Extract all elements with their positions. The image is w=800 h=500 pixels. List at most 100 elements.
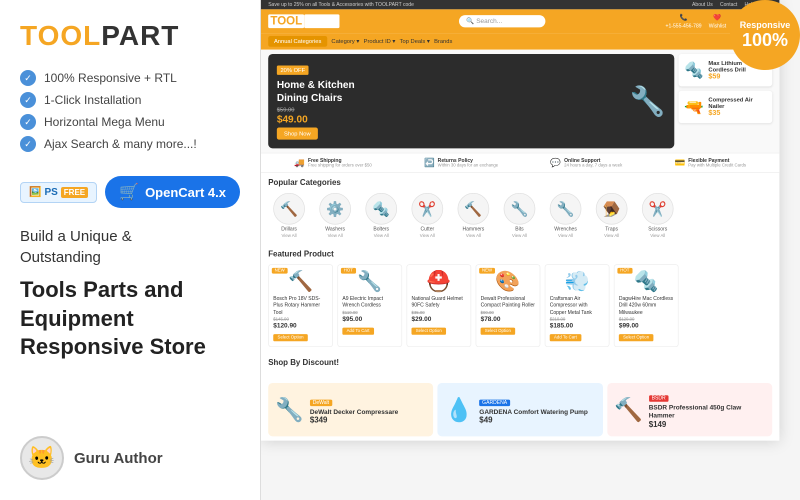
category-icon-traps: 🪤 bbox=[596, 193, 628, 225]
topbar-contact[interactable]: Contact bbox=[720, 2, 737, 7]
category-name-bolters: Bolters bbox=[373, 227, 389, 232]
discount-section: 🔧 DeWalt DeWalt Decker Compressare $349 … bbox=[261, 378, 779, 440]
hero-section: 20% OFF Home & KitchenDining Chairs $59.… bbox=[261, 50, 779, 153]
discount-section-title-area: Shop By Discount! bbox=[261, 353, 779, 379]
product-card-5[interactable]: 💨 Craftsman Air Compressor with Copper M… bbox=[545, 265, 610, 347]
nav-category[interactable]: Category ▾ bbox=[331, 38, 359, 44]
author-name: Guru Author bbox=[74, 450, 163, 467]
category-name-bits: Bits bbox=[515, 227, 523, 232]
feature-payment-info: Flexible Payment Pay with Multiple Credi… bbox=[688, 158, 746, 167]
hero-main: 20% OFF Home & KitchenDining Chairs $59.… bbox=[268, 54, 674, 149]
category-traps[interactable]: 🪤 Traps View All bbox=[591, 193, 633, 238]
categories-title: Popular Categories bbox=[268, 179, 772, 188]
product-card-1[interactable]: NEW 🔨 Bosch Pro 18V SDS-Plus Rotary Hamm… bbox=[268, 265, 333, 347]
side-product-info-2: Compressed Air Nailer $35 bbox=[708, 96, 766, 117]
free-tag: FREE bbox=[61, 187, 88, 198]
category-washers[interactable]: ⚙️ Washers View All bbox=[314, 193, 356, 238]
opencart-badge: 🛒 OpenCart 4.x bbox=[105, 176, 240, 208]
side-product-name-2: Compressed Air Nailer bbox=[708, 96, 766, 109]
product-option-btn-5[interactable]: Add To Cart bbox=[550, 334, 581, 341]
category-icon-drillars: 🔨 bbox=[273, 193, 305, 225]
discount-price-2: $49 bbox=[479, 416, 588, 425]
discount-name-3: BSDR Professional 450g Claw Hammer bbox=[649, 404, 765, 421]
cart-icon: 🛒 bbox=[119, 182, 139, 202]
nav-product-id[interactable]: Product ID ▾ bbox=[364, 38, 396, 44]
store-nav-bar: Annual Categories Category ▾ Product ID … bbox=[261, 33, 779, 50]
product-img-5: 💨 bbox=[550, 270, 605, 294]
discount-card-2[interactable]: 💧 GARDENA GARDENA Comfort Watering Pump … bbox=[438, 383, 603, 437]
product-card-2[interactable]: HOT 🔧 A9 Electric Impact Wrench Cordless… bbox=[337, 265, 402, 347]
nav-brands[interactable]: Brands bbox=[434, 38, 452, 44]
category-icon-wrenches: 🔧 bbox=[550, 193, 582, 225]
product-badge-2: HOT bbox=[341, 268, 356, 274]
main-container: TOOLPART ✓ 100% Responsive + RTL ✓ 1-Cli… bbox=[0, 0, 800, 500]
category-name-wrenches: Wrenches bbox=[554, 227, 577, 232]
category-name-washers: Washers bbox=[325, 227, 345, 232]
category-bits[interactable]: 🔧 Bits View All bbox=[499, 193, 541, 238]
category-count-cutter: View All bbox=[420, 234, 435, 238]
discount-img-3: 🔨 bbox=[614, 396, 643, 423]
feature-item-2: ✓ 1-Click Installation bbox=[20, 92, 240, 108]
category-count-wrenches: View All bbox=[558, 234, 573, 238]
category-name-hammers: Hammers bbox=[462, 227, 484, 232]
product-name-6: DagwHire Mac Cordless Drill 420w 60mm Mi… bbox=[619, 296, 674, 316]
store-topbar: Save up to 25% on all Tools & Accessorie… bbox=[261, 0, 779, 9]
author-row: 🐱 Guru Author bbox=[20, 436, 240, 480]
payment-icon: 💳 bbox=[675, 158, 686, 168]
product-badge-1: NEW bbox=[272, 268, 288, 274]
category-name-scissors: Scissors bbox=[648, 227, 667, 232]
discount-card-3[interactable]: 🔨 BSDR BSDR Professional 450g Claw Hamme… bbox=[607, 383, 772, 437]
left-panel: TOOLPART ✓ 100% Responsive + RTL ✓ 1-Cli… bbox=[0, 0, 260, 500]
product-card-6[interactable]: HOT 🔩 DagwHire Mac Cordless Drill 420w 6… bbox=[614, 265, 679, 347]
hero-product-image: 🔧 bbox=[630, 84, 666, 118]
featured-title: Featured Product bbox=[268, 250, 772, 259]
product-option-btn-1[interactable]: Select Option bbox=[273, 334, 308, 341]
discount-card-1[interactable]: 🔧 DeWalt DeWalt Decker Compressare $349 bbox=[268, 383, 433, 437]
category-icon-bolters: 🔩 bbox=[365, 193, 397, 225]
discount-price-3: $149 bbox=[649, 421, 765, 430]
store-header: TOOLPART 🔍 Search... 📞+1-555-456-789 ❤️W… bbox=[261, 9, 779, 33]
hero-shop-btn[interactable]: Shop Now bbox=[277, 128, 318, 140]
category-name-drillars: Drillars bbox=[281, 227, 297, 232]
category-hammers[interactable]: 🔨 Hammers View All bbox=[453, 193, 495, 238]
discount-info-2: GARDENA GARDENA Comfort Watering Pump $4… bbox=[479, 394, 588, 425]
category-drillars[interactable]: 🔨 Drillars View All bbox=[268, 193, 310, 238]
categories-btn[interactable]: Annual Categories bbox=[268, 36, 327, 47]
product-price-new-3: $29.00 bbox=[411, 315, 466, 322]
category-wrenches[interactable]: 🔧 Wrenches View All bbox=[545, 193, 587, 238]
product-name-5: Craftsman Air Compressor with Copper Met… bbox=[550, 296, 605, 316]
topbar-about[interactable]: About Us bbox=[692, 2, 713, 7]
logo-tool: TOOL bbox=[20, 20, 101, 51]
ps-badge: 🖼️ PS FREE bbox=[20, 182, 97, 203]
side-product-2[interactable]: 🔫 Compressed Air Nailer $35 bbox=[679, 91, 773, 123]
category-bolters[interactable]: 🔩 Bolters View All bbox=[360, 193, 402, 238]
category-count-scissors: View All bbox=[650, 234, 665, 238]
discount-info-3: BSDR BSDR Professional 450g Claw Hammer … bbox=[649, 390, 765, 429]
check-icon-1: ✓ bbox=[20, 70, 36, 86]
category-count-drillars: View All bbox=[282, 234, 297, 238]
nav-top-deals[interactable]: Top Deals ▾ bbox=[400, 38, 430, 44]
category-cutter[interactable]: ✂️ Cutter View All bbox=[406, 193, 448, 238]
category-scissors[interactable]: ✂️ Scissors View All bbox=[637, 193, 679, 238]
product-card-4[interactable]: NEW 🎨 Dewalt Professional Compact Painti… bbox=[476, 265, 541, 347]
feature-returns-desc: Within 30 days for an exchange bbox=[438, 163, 499, 167]
side-product-price-1: $59 bbox=[708, 73, 766, 81]
main-title: Tools Parts andEquipmentResponsive Store bbox=[20, 276, 240, 362]
feature-support-desc: 24 hours a day, 7 days a week bbox=[564, 163, 622, 167]
wishlist-label: Wishlist bbox=[709, 24, 726, 29]
feature-item-1: ✓ 100% Responsive + RTL bbox=[20, 70, 240, 86]
product-option-btn-6[interactable]: Select Option bbox=[619, 334, 654, 341]
category-count-traps: View All bbox=[604, 234, 619, 238]
discount-info-1: DeWalt DeWalt Decker Compressare $349 bbox=[310, 394, 398, 425]
side-product-price-2: $35 bbox=[708, 109, 766, 117]
product-option-btn-3[interactable]: Select Option bbox=[411, 327, 446, 334]
store-search-bar[interactable]: 🔍 Search... bbox=[459, 15, 545, 27]
product-option-btn-2[interactable]: Add To Cart bbox=[342, 327, 373, 334]
product-option-btn-4[interactable]: Select Option bbox=[481, 327, 516, 334]
logo-area: TOOLPART bbox=[20, 20, 240, 52]
wishlist-item[interactable]: ❤️Wishlist bbox=[709, 14, 726, 29]
category-name-cutter: Cutter bbox=[420, 227, 434, 232]
store-logo-part: PART bbox=[304, 14, 339, 28]
product-card-3[interactable]: ⛑️ National Guard Helmet 90FC Safety $35… bbox=[406, 265, 471, 347]
topbar-promo: Save up to 25% on all Tools & Accessorie… bbox=[268, 2, 414, 7]
